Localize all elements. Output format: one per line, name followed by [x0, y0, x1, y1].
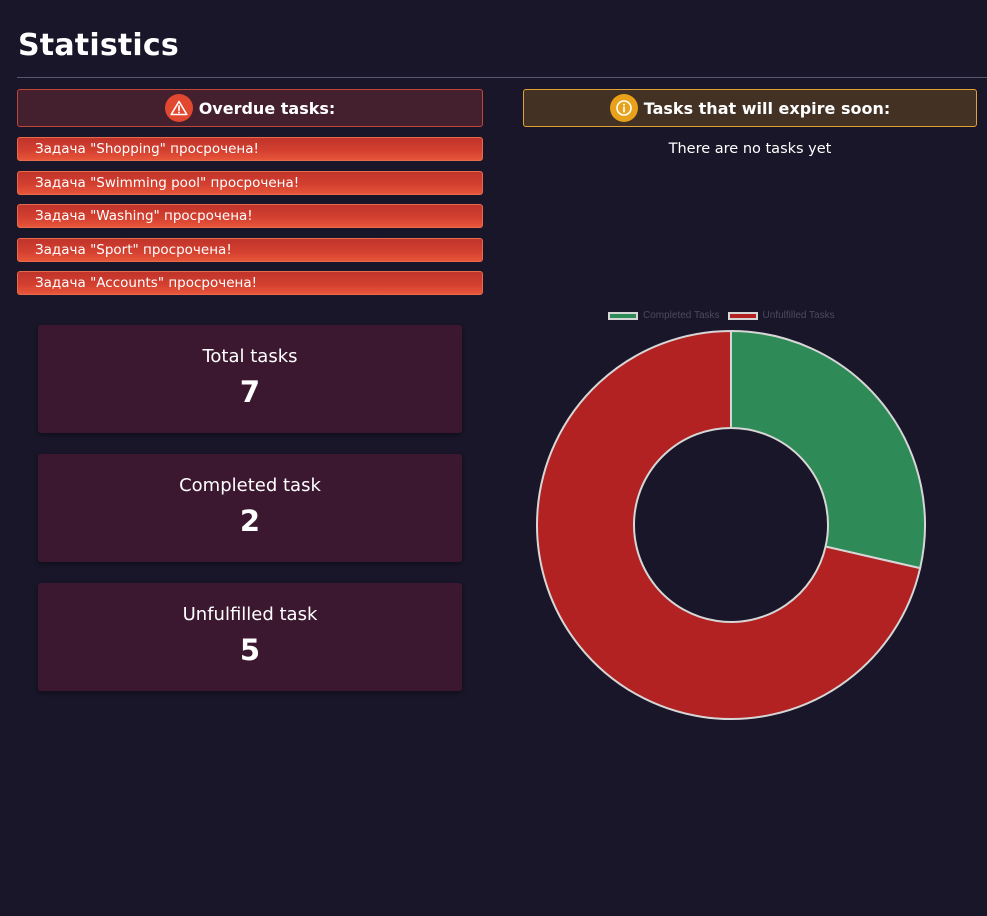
completed-tasks-label: Completed task — [179, 475, 321, 496]
legend-item-unfulfilled[interactable]: Unfulfilled Tasks — [727, 310, 835, 321]
overdue-tasks-header: Overdue tasks: — [17, 89, 483, 127]
total-tasks-card: Total tasks 7 — [38, 325, 462, 433]
title-divider — [17, 77, 987, 78]
completed-tasks-card: Completed task 2 — [38, 454, 462, 562]
overdue-tasks-title: Overdue tasks: — [198, 98, 336, 118]
warning-icon — [164, 94, 193, 122]
overdue-task-item[interactable]: Задача "Sport" просрочена! — [17, 237, 483, 262]
expiring-tasks-title: Tasks that will expire soon: — [643, 98, 891, 118]
overdue-task-item[interactable]: Задача "Washing" просрочена! — [17, 204, 483, 228]
legend-swatch-unfulfilled — [727, 311, 758, 320]
no-tasks-message: There are no tasks yet — [668, 141, 832, 157]
legend-label-unfulfilled: Unfulfilled Tasks — [762, 310, 835, 321]
unfulfilled-tasks-label: Unfulfilled task — [182, 604, 318, 625]
total-tasks-label: Total tasks — [202, 346, 298, 367]
overdue-task-item[interactable]: Задача "Shopping" просрочена! — [17, 137, 483, 161]
expiring-tasks-header: Tasks that will expire soon: — [523, 89, 977, 127]
legend-swatch-completed — [608, 311, 638, 320]
legend-item-completed[interactable]: Completed Tasks — [608, 310, 720, 321]
overdue-task-list: Задача "Shopping" просрочена! Задача "Sw… — [17, 137, 483, 305]
tasks-donut-chart — [536, 329, 926, 720]
overdue-task-item[interactable]: Задача "Accounts" просрочена! — [17, 271, 483, 295]
info-icon — [609, 94, 638, 122]
chart-legend: Completed Tasks Unfulfilled Tasks — [608, 310, 843, 321]
legend-label-completed: Completed Tasks — [643, 310, 720, 321]
donut-slice-completed[interactable] — [730, 329, 926, 570]
page-title: Statistics — [18, 28, 179, 63]
total-tasks-value: 7 — [239, 375, 261, 409]
overdue-task-item[interactable]: Задача "Swimming pool" просрочена! — [17, 170, 483, 195]
completed-tasks-value: 2 — [239, 504, 261, 538]
unfulfilled-tasks-card: Unfulfilled task 5 — [38, 583, 462, 691]
unfulfilled-tasks-value: 5 — [239, 633, 261, 667]
